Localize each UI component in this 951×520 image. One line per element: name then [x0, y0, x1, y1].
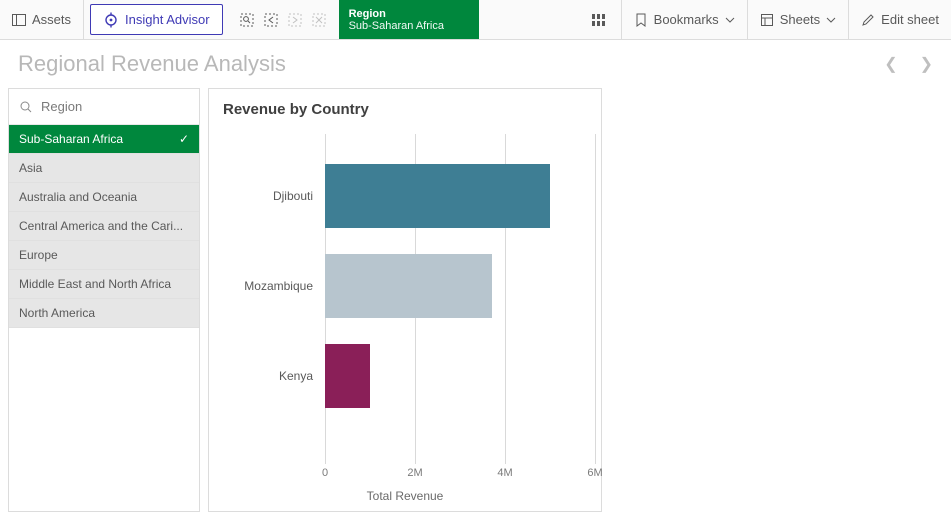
selection-tool-icons — [229, 0, 337, 39]
assets-label: Assets — [32, 12, 71, 27]
filterpane-item[interactable]: Australia and Oceania — [9, 183, 199, 212]
divider — [83, 0, 84, 39]
filterpane-item[interactable]: Asia — [9, 154, 199, 183]
filterpane-item[interactable]: Europe — [9, 241, 199, 270]
toolbar-left: Assets Insight Advisor Region Sub-Sahara… — [0, 0, 481, 39]
bookmarks-button[interactable]: Bookmarks — [622, 0, 747, 39]
sheet-nav: ❮ ❯ — [884, 54, 933, 74]
chart-bar[interactable] — [325, 164, 550, 228]
grid-icon — [591, 12, 607, 28]
filterpane-item[interactable]: Middle East and North Africa — [9, 270, 199, 299]
pencil-icon — [861, 13, 875, 27]
assets-button[interactable]: Assets — [0, 0, 83, 39]
chart-gridline — [595, 134, 596, 464]
chart-category-label: Mozambique — [215, 279, 319, 293]
insight-advisor-button[interactable]: Insight Advisor — [90, 4, 223, 35]
chevron-down-icon — [826, 15, 836, 25]
filterpane-item[interactable]: Sub-Saharan Africa — [9, 125, 199, 154]
sheets-label: Sheets — [780, 12, 820, 27]
title-row: Regional Revenue Analysis ❮ ❯ — [0, 40, 951, 88]
filterpane-header[interactable]: Region — [9, 89, 199, 125]
top-toolbar: Assets Insight Advisor Region Sub-Sahara… — [0, 0, 951, 40]
insight-icon — [103, 12, 119, 28]
selection-pill-value: Sub-Saharan Africa — [349, 20, 461, 32]
bookmarks-label: Bookmarks — [654, 12, 719, 27]
chart-category-label: Kenya — [215, 369, 319, 383]
chart-tick-label: 0 — [322, 467, 328, 479]
search-icon — [19, 100, 33, 114]
sheets-button[interactable]: Sheets — [748, 0, 848, 39]
smart-search-icon[interactable] — [237, 10, 257, 30]
content-area: Region Sub-Saharan AfricaAsiaAustralia a… — [0, 88, 951, 520]
selection-pill-region[interactable]: Region Sub-Saharan Africa — [339, 0, 479, 39]
clear-all-icon[interactable] — [309, 10, 329, 30]
next-sheet-button[interactable]: ❯ — [920, 54, 933, 74]
chart-bar[interactable] — [325, 344, 370, 408]
chart-tick-label: 2M — [407, 467, 422, 479]
filterpane-region: Region Sub-Saharan AfricaAsiaAustralia a… — [8, 88, 200, 512]
page-title: Regional Revenue Analysis — [18, 51, 286, 77]
bookmark-icon — [634, 13, 648, 27]
chart-tick-label: 6M — [587, 467, 602, 479]
toolbar-right: Bookmarks Sheets Edit sheet — [577, 0, 951, 39]
chart-category-label: Djibouti — [215, 189, 319, 203]
insight-label: Insight Advisor — [125, 12, 210, 27]
filterpane-list: Sub-Saharan AfricaAsiaAustralia and Ocea… — [9, 125, 199, 511]
chart-revenue-by-country[interactable]: Revenue by Country Total Revenue 0 2M 4M 6M… — [208, 88, 602, 512]
prev-sheet-button[interactable]: ❮ — [884, 54, 897, 74]
chart-bar[interactable] — [325, 254, 492, 318]
chevron-down-icon — [725, 15, 735, 25]
chart-axis-area — [325, 134, 595, 464]
sheet-icon — [760, 13, 774, 27]
chart-title: Revenue by Country — [215, 99, 595, 124]
filterpane-item[interactable]: North America — [9, 299, 199, 328]
selection-pill-field: Region — [349, 8, 461, 20]
chart-tick-label: 4M — [497, 467, 512, 479]
panel-icon — [12, 13, 26, 27]
chart-plot-area: Total Revenue 02M4M6MDjiboutiMozambiqueK… — [215, 124, 595, 505]
edit-sheet-button[interactable]: Edit sheet — [849, 0, 951, 39]
edit-label: Edit sheet — [881, 12, 939, 27]
selections-tool-button[interactable] — [577, 0, 621, 39]
chart-xlabel: Total Revenue — [215, 489, 595, 503]
step-forward-icon — [285, 10, 305, 30]
filterpane-title: Region — [41, 99, 82, 114]
filterpane-item[interactable]: Central America and the Cari... — [9, 212, 199, 241]
step-back-icon[interactable] — [261, 10, 281, 30]
